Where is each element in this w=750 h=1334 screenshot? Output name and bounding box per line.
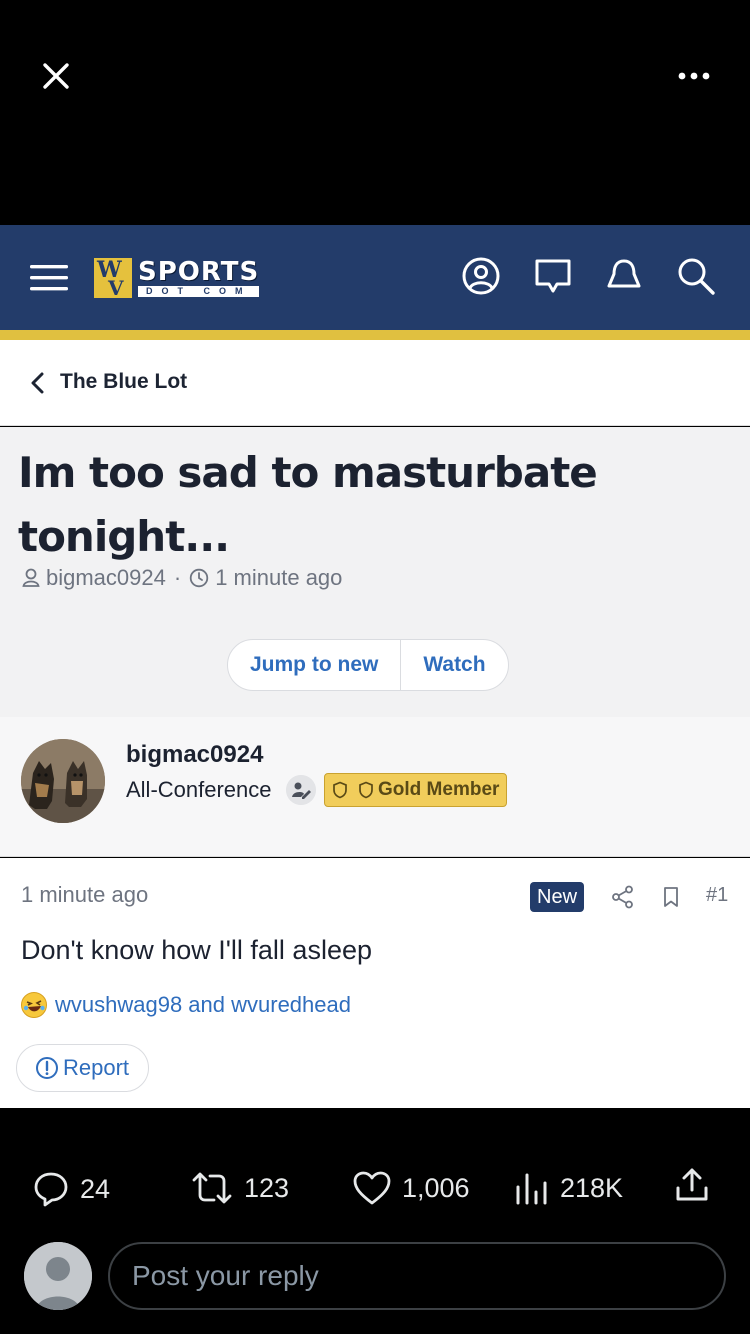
social-action-bar: 24 123 1,006 218K [0,1108,750,1334]
like-action[interactable]: 1,006 [352,1170,470,1206]
share-icon[interactable] [610,884,636,910]
logo-word: SPORTS [138,257,260,287]
page-title: Im too sad to masturbate tonight... [18,448,598,561]
alerts-icon[interactable] [603,255,645,297]
viewer-top-bar [0,0,750,225]
laughing-emoji-icon [21,992,47,1018]
messages-icon[interactable] [532,255,574,297]
post-username[interactable]: bigmac0924 [126,741,263,769]
close-icon[interactable] [38,58,74,94]
view-count: 218K [560,1172,624,1203]
meta-separator: · [173,565,182,590]
user-edit-icon [286,775,316,805]
post: 1 minute ago New #1 Don't know how I'll … [0,858,750,1108]
new-badge: New [530,882,585,912]
repost-action[interactable]: 123 [190,1170,289,1206]
badge-label: Gold Member [378,779,500,800]
post-time[interactable]: 1 minute ago [21,882,148,908]
avatar[interactable] [21,739,105,823]
heart-icon [353,1171,391,1205]
chevron-left-icon[interactable] [28,371,48,395]
gold-member-badge: Gold Member [324,773,508,807]
site-logo[interactable]: W V SPORTS DOT COM [92,256,260,300]
logo-mark: W V [92,256,134,300]
post-number[interactable]: #1 [706,884,728,907]
reply-count: 24 [80,1173,111,1204]
breadcrumb-link[interactable]: The Blue Lot [60,370,187,394]
views-chart-icon [516,1173,547,1205]
bookmark-icon[interactable] [658,884,684,910]
menu-icon[interactable] [30,262,70,294]
like-count: 1,006 [402,1172,470,1203]
reply-action[interactable]: 24 [32,1170,110,1208]
account-icon[interactable] [460,255,502,297]
watch-button[interactable]: Watch [401,640,507,690]
report-button[interactable]: Report [16,1044,150,1092]
search-icon[interactable] [675,255,717,297]
thread-header: Im too sad to masturbate tonight... bigm… [0,427,750,717]
clock-icon [190,568,209,588]
post-body: Don't know how I'll fall asleep [21,935,372,965]
user-title: All-Conference [126,777,272,802]
thread-actions: Jump to new Watch [227,639,509,691]
reply-icon [34,1172,68,1207]
shield-icon [359,781,373,799]
breadcrumb: The Blue Lot [0,340,750,426]
thread-time: 1 minute ago [215,565,343,590]
report-label: Report [63,1055,130,1080]
alert-circle-icon [36,1057,58,1079]
share-upload-icon[interactable] [674,1166,710,1204]
reply-input[interactable] [108,1242,726,1310]
user-icon [22,568,40,587]
more-horizontal-icon[interactable] [672,64,716,88]
default-avatar-icon [24,1242,92,1310]
repost-icon [192,1172,232,1204]
views-action[interactable]: 218K [514,1170,623,1206]
repost-count: 123 [244,1172,290,1203]
reaction-users[interactable]: wvushwag98 and wvuredhead [55,992,351,1018]
thread-author[interactable]: bigmac0924 [46,565,166,591]
thread-meta: bigmac0924 · 1 minute ago [22,565,342,591]
reaction-summary[interactable]: wvushwag98 and wvuredhead [21,992,351,1018]
shield-icon [333,781,347,799]
logo-subword: DOT COM [138,286,260,297]
header-accent-line [0,330,750,340]
post-user-block: bigmac0924 All-Conference Gold Member [0,717,750,857]
jump-to-new-button[interactable]: Jump to new [228,640,400,690]
